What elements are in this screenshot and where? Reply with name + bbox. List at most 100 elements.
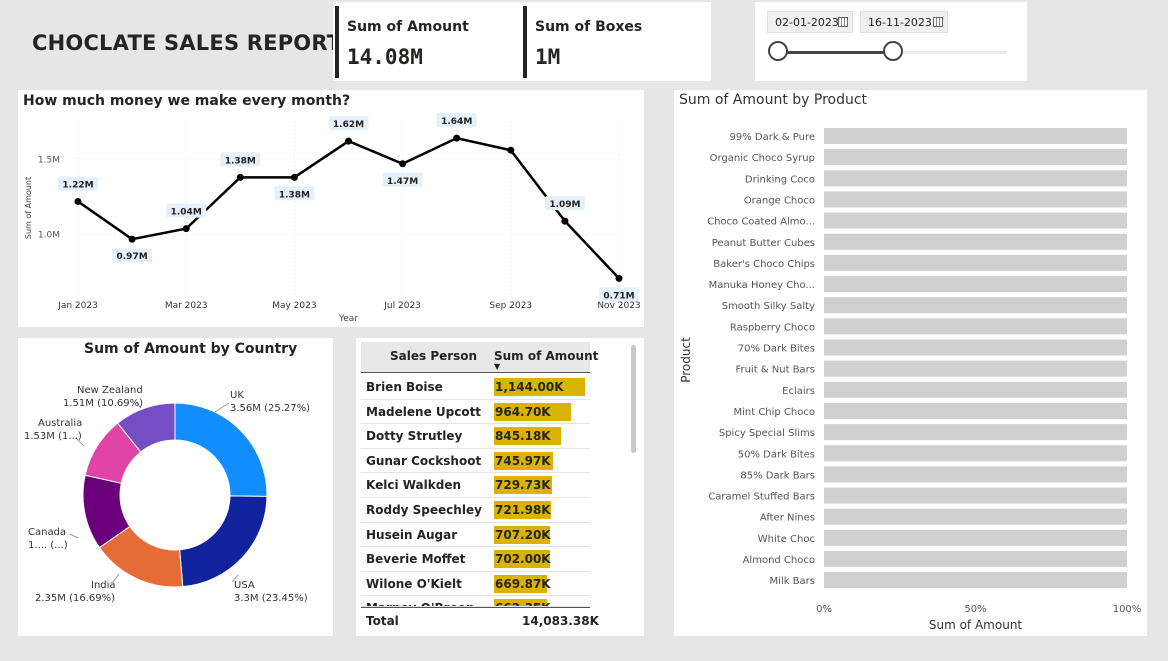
table-row[interactable]: Marney O'Breen662.35K: [361, 596, 590, 607]
x-tick-label: Mar 2023: [165, 301, 208, 311]
table-row[interactable]: Gunar Cockshoot 745.97K: [361, 449, 590, 474]
category-label: Mint Chip Choco: [733, 407, 815, 418]
data-point: [345, 137, 352, 145]
date-slider-end-handle[interactable]: [883, 41, 903, 61]
category-label: Eclairs: [782, 386, 815, 397]
data-label: 1.04M: [171, 208, 202, 218]
sales-person-name: Dotty Strutley: [366, 429, 463, 444]
category-label: Raspberry Choco: [730, 322, 815, 333]
table-row[interactable]: Kelci Walkden 729.73K: [361, 473, 590, 498]
product-bar: [824, 508, 1127, 525]
product-bar: [824, 318, 1127, 335]
x-tick-label: Jul 2023: [383, 301, 421, 311]
product-bar: [824, 191, 1127, 208]
date-slider-start-handle[interactable]: [768, 41, 788, 61]
end-date-input[interactable]: 16-11-2023: [860, 11, 948, 33]
kpi-accent-bar: [335, 6, 339, 78]
sales-amount-value: 1,144.00K: [495, 380, 564, 394]
data-label: 1.22M: [62, 180, 93, 190]
total-label: Total: [366, 614, 399, 628]
y-axis-title: Sum of Amount: [24, 177, 33, 239]
column-header-sales-person[interactable]: Sales Person: [390, 349, 477, 363]
x-tick-label: 50%: [964, 604, 986, 615]
slice-name-label: New Zealand: [77, 385, 143, 396]
data-label: 0.71M: [603, 291, 634, 301]
table-row[interactable]: Roddy Speechley 721.98K: [361, 498, 590, 523]
product-bar: [824, 212, 1127, 229]
product-bar: [824, 572, 1127, 589]
line-chart: 1.0M 1.5M Jan 2023 Mar 2023 May 2023 Jul 2023…: [24, 113, 641, 324]
x-axis-title: Year: [338, 314, 358, 324]
table-row[interactable]: Beverie Moffet 702.00K: [361, 547, 590, 572]
category-label: Peanut Butter Cubes: [712, 238, 815, 249]
data-point: [182, 225, 190, 233]
category-label: 50% Dark Bites: [738, 449, 815, 460]
x-tick-label: May 2023: [272, 301, 316, 311]
calendar-icon[interactable]: [933, 17, 943, 27]
data-point: [74, 197, 82, 205]
x-tick-label: Sep 2023: [489, 301, 532, 311]
table-scrollbar[interactable]: [631, 345, 636, 453]
category-label: Spicy Special Slims: [719, 428, 815, 439]
table-row[interactable]: Dotty Strutley 845.18K: [361, 424, 590, 449]
total-value: 14,083.38K: [522, 614, 599, 628]
data-point: [507, 146, 515, 154]
slice-value-label: 3.3M (23.45%): [234, 593, 308, 604]
sales-person-name: Gunar Cockshoot: [366, 453, 482, 468]
category-label: Fruit & Nut Bars: [735, 365, 815, 376]
sales-amount-value: 845.18K: [495, 429, 551, 444]
data-point: [236, 173, 244, 181]
product-bar: [824, 170, 1127, 187]
data-label: 1.38M: [279, 190, 310, 200]
donut-chart: UK 3.56M (25.27%) USA 3.3M (23.45%) India 2.3…: [24, 385, 310, 604]
category-label: Drinking Coco: [745, 174, 815, 185]
table-row[interactable]: Madelene Upcott 964.70K: [361, 400, 590, 425]
product-bar: [824, 128, 1127, 144]
data-point: [561, 217, 569, 225]
sales-amount-value: 964.70K: [495, 404, 551, 419]
sales-person-name: Beverie Moffet: [366, 552, 466, 567]
sales-person-name: Brien Boise: [366, 380, 443, 394]
y-tick-label: 1.0M: [38, 231, 60, 241]
end-date-value: 16-11-2023: [868, 16, 932, 29]
column-header-sum-of-amount[interactable]: Sum of Amount: [494, 349, 598, 363]
leader-line: [214, 402, 230, 413]
sales-amount-value: 669.87K: [495, 576, 551, 591]
table-row[interactable]: Husein Augar 707.20K: [361, 523, 590, 548]
slice-name-label: Canada: [28, 527, 66, 538]
sort-desc-icon[interactable]: ▼: [494, 362, 500, 371]
product-bar: [824, 381, 1127, 398]
category-label: Choco Coated Almo...: [707, 217, 815, 228]
start-date-input[interactable]: 02-01-2023: [767, 11, 853, 33]
table-row[interactable]: Wilone O'Kielt 669.87K: [361, 572, 590, 597]
data-label: 0.97M: [117, 252, 148, 262]
kpi-value: 1M: [535, 45, 561, 69]
category-label: 85% Dark Bars: [740, 470, 815, 481]
data-label: 1.47M: [387, 177, 418, 187]
data-point: [290, 173, 298, 181]
sales-person-name: Kelci Walkden: [366, 478, 462, 493]
product-bar-chart: 99% Dark & Pure Organic Choco Syrup Drinki…: [679, 128, 1141, 632]
data-point: [128, 235, 136, 243]
slice-value-label: 2.35M (16.69%): [35, 593, 115, 604]
data-label: 1.62M: [333, 120, 364, 130]
category-label: Caramel Stuffed Bars: [708, 492, 815, 503]
product-bar: [824, 551, 1127, 567]
slice-name-label: Australia: [38, 418, 82, 429]
x-tick-label: Jan 2023: [57, 301, 98, 311]
table-row[interactable]: Brien Boise 1,144.00K: [361, 375, 590, 400]
y-tick-label: 1.5M: [38, 155, 60, 165]
slice-value-label: 1.... (...): [28, 540, 68, 551]
calendar-icon[interactable]: [838, 17, 848, 27]
slice-name-label: India: [91, 580, 116, 591]
data-label: 1.09M: [549, 200, 580, 210]
category-label: Milk Bars: [770, 576, 815, 587]
product-bar: [824, 149, 1127, 166]
sales-amount-value: 707.20K: [495, 527, 551, 542]
slice-value-label: 1.53M (1...): [24, 431, 82, 442]
category-label: White Choc: [758, 534, 815, 545]
slice-name-label: USA: [234, 580, 255, 591]
category-label: Organic Choco Syrup: [710, 153, 815, 164]
y-axis-title: Product: [679, 337, 693, 383]
sales-amount-value: 702.00K: [495, 552, 551, 567]
